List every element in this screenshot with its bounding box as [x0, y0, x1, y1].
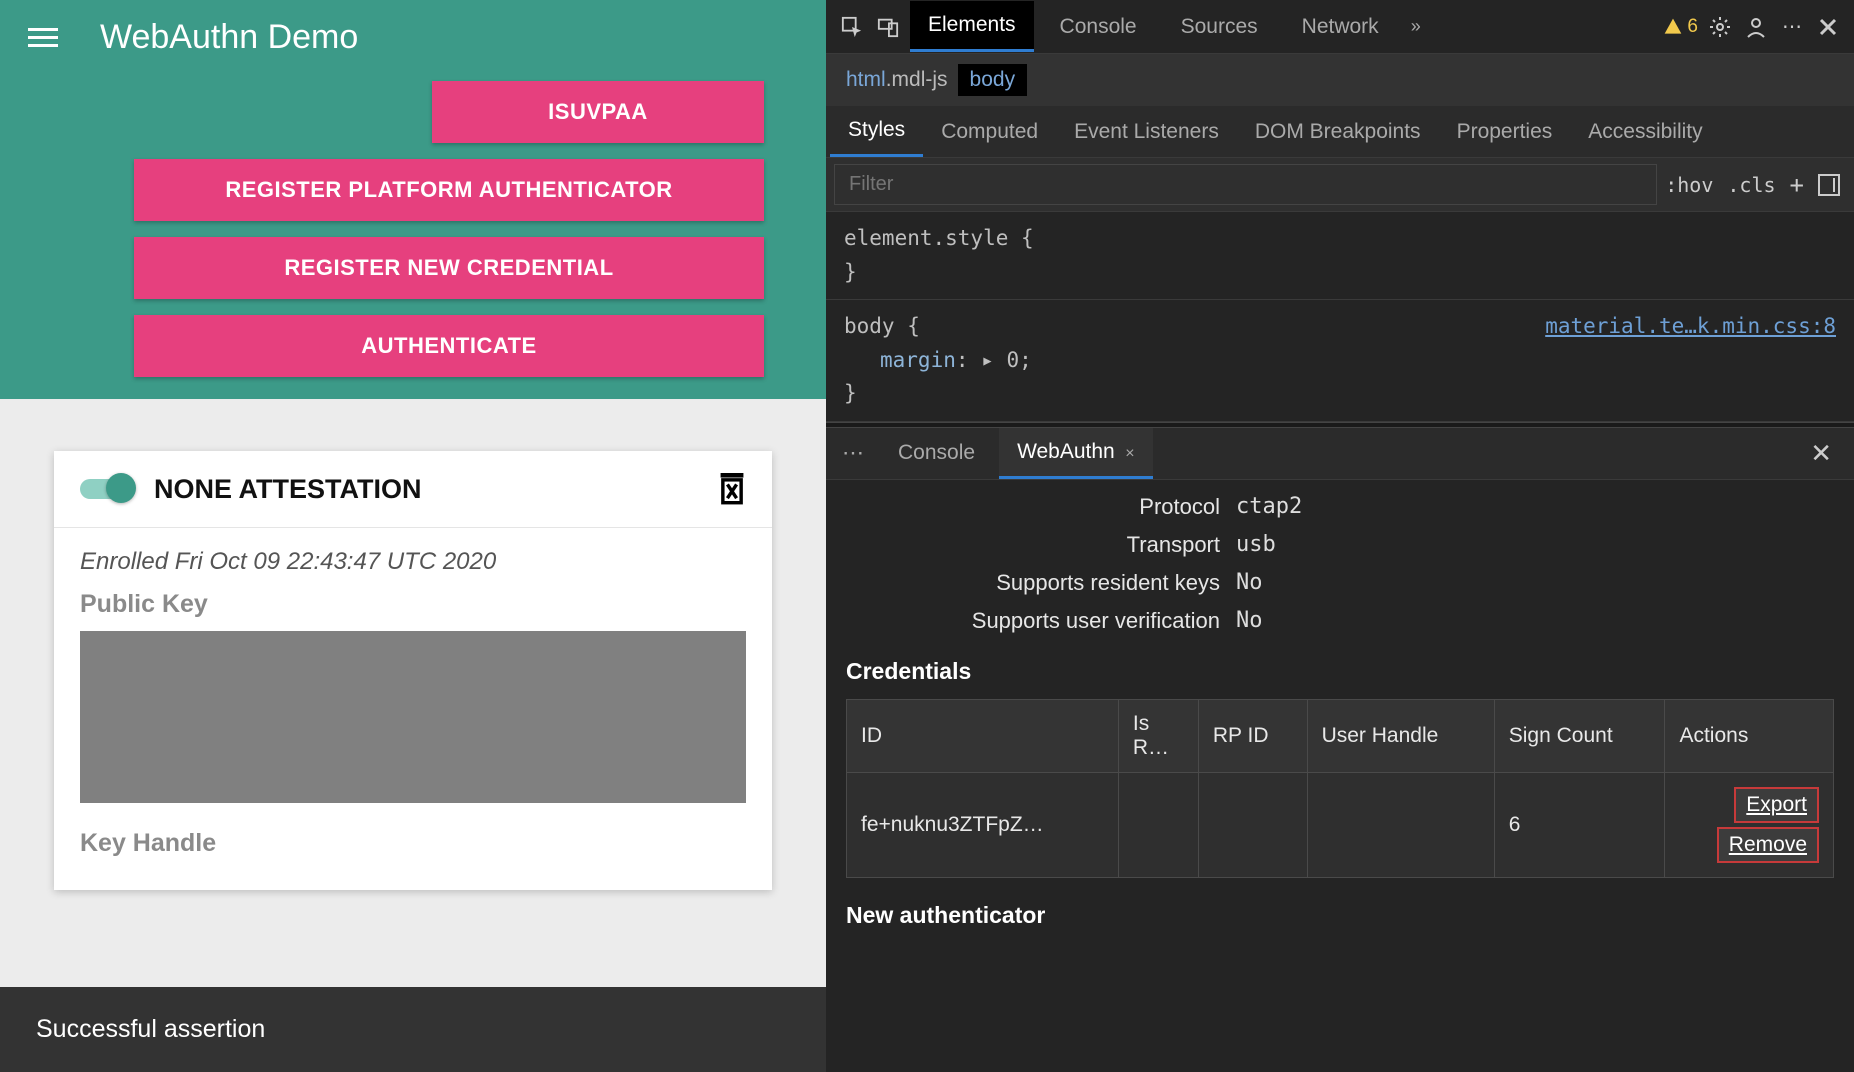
tab-console[interactable]: Console — [1042, 3, 1155, 51]
tab-network[interactable]: Network — [1284, 3, 1397, 51]
layout-toggle-icon[interactable] — [1818, 174, 1840, 196]
inspect-icon[interactable] — [838, 13, 866, 41]
user-verification-value: No — [1236, 608, 1263, 634]
transport-label: Transport — [846, 532, 1236, 558]
close-icon[interactable] — [1814, 13, 1842, 41]
key-handle-label: Key Handle — [80, 829, 746, 858]
th-rpid: RP ID — [1198, 699, 1307, 772]
isuvpaa-button[interactable]: ISUVPAA — [432, 81, 764, 143]
kebab-menu-icon[interactable]: ⋯ — [1778, 13, 1806, 41]
styles-tabs: Styles Computed Event Listeners DOM Brea… — [826, 106, 1854, 158]
tab-properties[interactable]: Properties — [1439, 108, 1571, 156]
table-header-row: ID Is R… RP ID User Handle Sign Count Ac… — [847, 699, 1834, 772]
cell-rpid — [1198, 772, 1307, 877]
new-style-icon[interactable]: + — [1790, 171, 1804, 199]
card-title: NONE ATTESTATION — [154, 474, 696, 505]
cell-handle — [1307, 772, 1494, 877]
public-key-block — [80, 631, 746, 803]
protocol-value: ctap2 — [1236, 494, 1302, 520]
hov-button[interactable]: :hov — [1665, 173, 1713, 197]
tab-event-listeners[interactable]: Event Listeners — [1056, 108, 1237, 156]
th-user-handle: User Handle — [1307, 699, 1494, 772]
transport-value: usb — [1236, 532, 1276, 558]
app-title: WebAuthn Demo — [100, 18, 358, 57]
drawer-tab-webauthn[interactable]: WebAuthn × — [999, 428, 1152, 479]
th-actions: Actions — [1665, 699, 1834, 772]
filter-row: :hov .cls + — [826, 158, 1854, 212]
enrolled-date: Enrolled Fri Oct 09 22:43:47 UTC 2020 — [80, 548, 746, 576]
close-tab-icon[interactable]: × — [1121, 445, 1135, 462]
cell-actions: Export Remove — [1665, 772, 1834, 877]
new-authenticator-heading: New authenticator — [846, 902, 1834, 929]
attestation-toggle[interactable] — [80, 479, 132, 499]
tab-accessibility[interactable]: Accessibility — [1570, 108, 1720, 156]
resident-keys-label: Supports resident keys — [846, 570, 1236, 596]
devtools-toolbar: Elements Console Sources Network » 6 ⋯ — [826, 0, 1854, 54]
resident-keys-value: No — [1236, 570, 1263, 596]
credentials-table: ID Is R… RP ID User Handle Sign Count Ac… — [846, 699, 1834, 878]
trash-icon[interactable] — [718, 473, 746, 505]
th-isr: Is R… — [1118, 699, 1198, 772]
device-toggle-icon[interactable] — [874, 13, 902, 41]
css-source-link[interactable]: material.te…k.min.css:8 — [1545, 310, 1836, 344]
register-new-credential-button[interactable]: REGISTER NEW CREDENTIAL — [134, 237, 764, 299]
breadcrumb-html[interactable]: html.mdl-js — [846, 68, 948, 92]
credentials-heading: Credentials — [846, 658, 1834, 685]
remove-button[interactable]: Remove — [1717, 827, 1819, 863]
export-button[interactable]: Export — [1734, 787, 1819, 823]
warning-count: 6 — [1687, 16, 1698, 38]
table-row: fe+nuknu3ZTFpZ… 6 Export Remove — [847, 772, 1834, 877]
user-verification-label: Supports user verification — [846, 608, 1236, 634]
credential-card: NONE ATTESTATION Enrolled Fri Oct 09 22:… — [54, 451, 772, 890]
tab-elements[interactable]: Elements — [910, 1, 1034, 52]
tab-sources[interactable]: Sources — [1163, 3, 1276, 51]
more-tabs-icon[interactable]: » — [1405, 16, 1427, 37]
th-sign-count: Sign Count — [1494, 699, 1665, 772]
element-style-block[interactable]: element.style { } — [826, 212, 1854, 300]
app-pane: WebAuthn Demo ISUVPAA REGISTER PLATFORM … — [0, 0, 826, 1072]
cls-button[interactable]: .cls — [1727, 173, 1775, 197]
register-platform-authenticator-button[interactable]: REGISTER PLATFORM AUTHENTICATOR — [134, 159, 764, 221]
hamburger-menu-icon[interactable] — [28, 28, 58, 47]
tab-styles[interactable]: Styles — [830, 106, 923, 157]
drawer-menu-icon[interactable]: ⋯ — [834, 440, 874, 466]
devtools-pane: Elements Console Sources Network » 6 ⋯ h… — [826, 0, 1854, 1072]
tab-dom-breakpoints[interactable]: DOM Breakpoints — [1237, 108, 1439, 156]
breadcrumb: html.mdl-js body — [826, 54, 1854, 106]
tab-computed[interactable]: Computed — [923, 108, 1056, 156]
toast: Successful assertion — [0, 987, 826, 1072]
drawer-tab-console[interactable]: Console — [880, 429, 993, 477]
styles-filter-input[interactable] — [834, 164, 1657, 205]
body-style-block[interactable]: material.te…k.min.css:8 body { margin: ▸… — [826, 300, 1854, 422]
authenticate-button[interactable]: AUTHENTICATE — [134, 315, 764, 377]
user-icon[interactable] — [1742, 13, 1770, 41]
gear-icon[interactable] — [1706, 13, 1734, 41]
public-key-label: Public Key — [80, 590, 746, 619]
close-drawer-icon[interactable]: ✕ — [1796, 432, 1846, 475]
th-id: ID — [847, 699, 1119, 772]
content-area: NONE ATTESTATION Enrolled Fri Oct 09 22:… — [0, 399, 826, 1072]
warnings-badge[interactable]: 6 — [1663, 16, 1698, 38]
cell-id: fe+nuknu3ZTFpZ… — [847, 772, 1119, 877]
app-header: WebAuthn Demo ISUVPAA REGISTER PLATFORM … — [0, 0, 826, 399]
breadcrumb-body[interactable]: body — [958, 64, 1028, 96]
drawer-tabs: ⋯ Console WebAuthn × ✕ — [826, 428, 1854, 480]
drawer-body: Protocolctap2 Transportusb Supports resi… — [826, 480, 1854, 1072]
cell-isr — [1118, 772, 1198, 877]
protocol-label: Protocol — [846, 494, 1236, 520]
cell-sign: 6 — [1494, 772, 1665, 877]
